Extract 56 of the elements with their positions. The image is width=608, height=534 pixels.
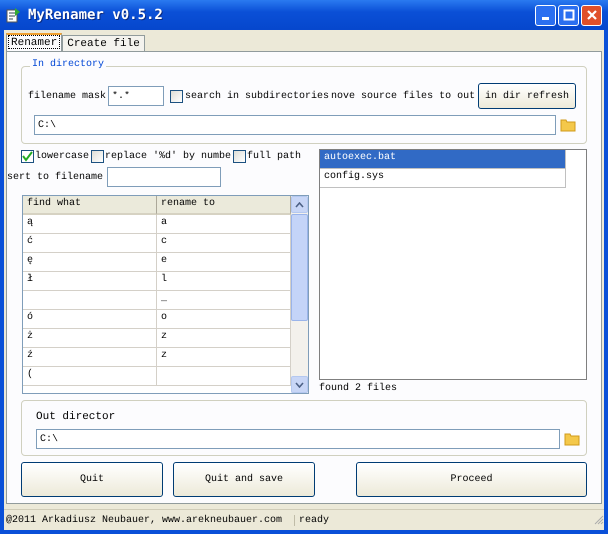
scrollbar[interactable] (291, 196, 308, 393)
checkbox[interactable] (170, 90, 184, 102)
table-cell[interactable]: ź (23, 348, 157, 367)
table-cell[interactable]: ( (23, 367, 157, 386)
checkbox[interactable] (21, 150, 34, 163)
table-cell[interactable]: ó (23, 310, 157, 329)
close-button[interactable] (581, 4, 602, 26)
scroll-up-button[interactable] (291, 196, 308, 213)
mask-label: filename mask (28, 90, 106, 102)
checkbox-label: lowercase (35, 151, 90, 162)
file-item[interactable]: autoexec.bat (320, 150, 566, 169)
path-field[interactable]: C:\ (34, 115, 556, 135)
checkbox[interactable] (233, 150, 246, 163)
minimize-icon (542, 16, 549, 20)
scroll-down-button[interactable] (291, 376, 308, 393)
table-cell[interactable]: ł (23, 272, 157, 291)
status-text: @2011 Arkadiusz Neubauer, www.arekneubauer.com (4, 514, 295, 526)
close-icon (586, 9, 598, 21)
action-button[interactable]: Quit and save (173, 462, 315, 497)
column-header[interactable]: find what (23, 196, 157, 215)
column-header[interactable]: rename to (157, 196, 291, 215)
mask-field[interactable]: *.* (108, 86, 164, 106)
table-cell[interactable]: ż (23, 329, 157, 348)
found-count: found 2 files (319, 382, 398, 394)
maximize-icon (562, 9, 574, 21)
action-button[interactable]: Proceed (356, 462, 587, 497)
table-cell[interactable]: ę (23, 253, 157, 272)
maximize-button[interactable] (558, 4, 579, 26)
caret-down-icon (295, 382, 304, 388)
checkbox-label: full path (247, 151, 302, 162)
file-item[interactable]: config.sys (320, 169, 566, 188)
folder-icon[interactable] (564, 432, 580, 446)
action-button[interactable]: Quit (21, 462, 163, 497)
status-text: ready (298, 514, 330, 526)
table-cell[interactable]: ć (23, 234, 157, 253)
refresh-button[interactable]: in dir refresh (478, 83, 576, 109)
tab[interactable]: Renamer (6, 33, 62, 51)
insert-label: sert to filename (7, 172, 104, 182)
caret-up-icon (295, 202, 304, 208)
group-title: In directory (30, 59, 106, 70)
checkbox-label: nove source files to out (331, 90, 476, 102)
window-title: MyRenamer v0.5.2 (28, 7, 163, 23)
table-cell[interactable] (23, 291, 157, 310)
insert-field[interactable] (107, 167, 222, 187)
minimize-button[interactable] (535, 4, 556, 26)
folder-icon[interactable] (560, 118, 576, 132)
table-cell[interactable]: ą (23, 215, 157, 234)
app-icon (6, 7, 22, 23)
checkbox-label: search in subdirectories (185, 90, 330, 102)
tab[interactable]: Create file (62, 35, 145, 51)
checkbox[interactable] (91, 150, 104, 163)
checkbox-label: replace '%d' by numbe (105, 151, 232, 162)
resize-grip-icon[interactable] (594, 515, 604, 525)
scroll-thumb[interactable] (291, 214, 308, 321)
path-field[interactable]: C:\ (36, 429, 560, 449)
group-title: Out director (35, 411, 116, 423)
